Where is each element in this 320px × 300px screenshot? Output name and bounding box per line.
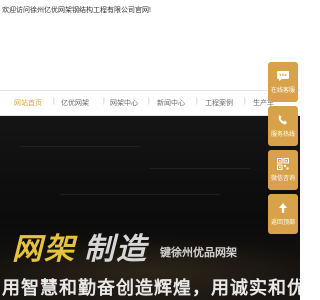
online-service-button[interactable]: 在线客服 bbox=[268, 62, 298, 102]
hotline-button[interactable]: 服务热线 bbox=[268, 106, 298, 146]
nav-separator: | bbox=[244, 98, 246, 105]
top-bar: 欢迎访问徐州亿优网架钢结构工程有限公司官网! bbox=[0, 0, 300, 20]
sidebar-label: 在线客服 bbox=[270, 88, 295, 94]
main-nav: 网站首页 | 亿优网架 | 网架中心 | 新闻中心 | 工程案例 | 生产车 bbox=[0, 90, 300, 116]
nav-home[interactable]: 网站首页 bbox=[14, 98, 42, 108]
nav-about[interactable]: 亿优网架 bbox=[61, 98, 89, 108]
nav-separator: | bbox=[196, 98, 198, 105]
nav-separator: | bbox=[148, 98, 150, 105]
sidebar-label: 微信咨询 bbox=[270, 176, 295, 182]
banner-streak bbox=[60, 194, 220, 195]
nav-separator: | bbox=[53, 98, 55, 105]
sidebar-label: 服务热线 bbox=[270, 132, 295, 138]
welcome-text: 欢迎访问徐州亿优网架钢结构工程有限公司官网! bbox=[2, 7, 151, 14]
wechat-button[interactable]: 微信咨询 bbox=[268, 150, 298, 190]
nav-cases[interactable]: 工程案例 bbox=[205, 98, 233, 108]
banner-headline-left: 网架 bbox=[12, 233, 76, 266]
sidebar-label: 返回顶部 bbox=[270, 220, 295, 226]
floating-sidebar: 在线客服 服务热线 微信咨询 返回顶部 bbox=[268, 62, 300, 238]
nav-news[interactable]: 新闻中心 bbox=[157, 98, 185, 108]
banner-slogan: 键徐州优品网架 bbox=[160, 247, 237, 259]
chat-icon bbox=[277, 71, 289, 81]
banner-streak bbox=[150, 168, 250, 169]
nav-products[interactable]: 网架中心 bbox=[110, 98, 138, 108]
nav-separator: | bbox=[103, 98, 105, 105]
phone-icon bbox=[278, 115, 287, 125]
logo-area bbox=[0, 20, 300, 90]
arrow-up-icon bbox=[279, 203, 287, 213]
banner-subtitle: 用智慧和勤奋创造辉煌，用诚实和优质赢得客户 bbox=[2, 278, 300, 298]
qrcode-icon bbox=[277, 158, 289, 170]
banner-streak bbox=[20, 146, 140, 147]
hero-banner: 网架 制造 键徐州优品网架 用智慧和勤奋创造辉煌，用诚实和优质赢得客户 bbox=[0, 116, 300, 300]
back-to-top-button[interactable]: 返回顶部 bbox=[268, 194, 298, 234]
banner-headline-right: 制造 bbox=[84, 233, 148, 266]
